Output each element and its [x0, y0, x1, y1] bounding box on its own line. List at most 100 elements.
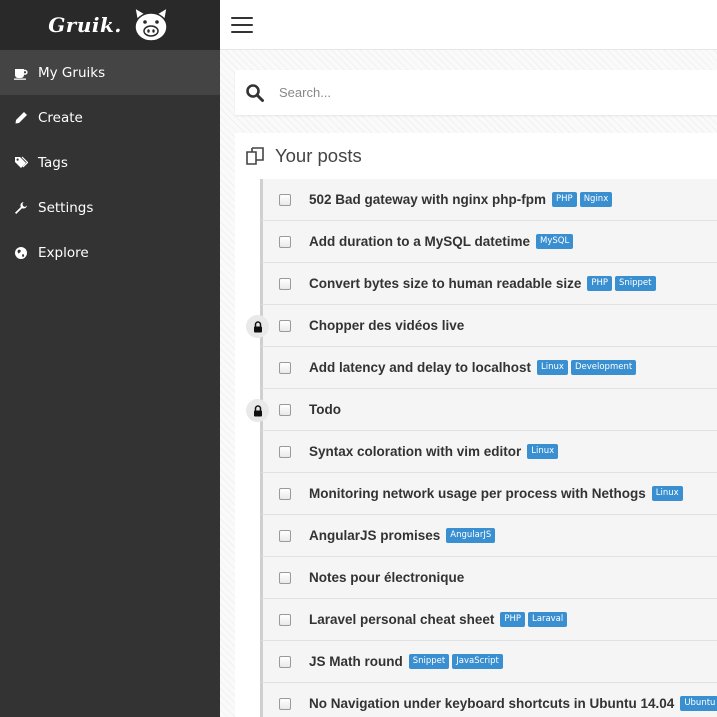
post-title-link[interactable]: Notes pour électronique	[309, 570, 464, 585]
post-title-link[interactable]: JS Math round	[309, 654, 403, 669]
post-item: No Navigation under keyboard shortcuts i…	[260, 683, 717, 717]
post-row: Notes pour électronique	[235, 557, 717, 599]
post-checkbox[interactable]	[279, 697, 291, 710]
search-input[interactable]	[279, 70, 717, 115]
wrench-icon	[14, 201, 28, 215]
tags-icon	[14, 156, 28, 170]
post-checkbox[interactable]	[279, 613, 291, 626]
post-tags: Snippet JavaScript	[408, 654, 503, 669]
tag-badge[interactable]: Nginx	[579, 192, 613, 207]
sidebar-item-label: Settings	[38, 199, 94, 216]
brand-name: Gruik.	[48, 13, 122, 37]
tag-badge[interactable]: Laraval	[528, 612, 568, 627]
sidebar-item-my-gruiks[interactable]: My Gruiks	[0, 50, 220, 95]
post-row: Chopper des vidéos live	[235, 305, 717, 347]
post-tags: Linux	[651, 486, 683, 501]
post-row: AngularJS promises AngularJS	[235, 515, 717, 557]
post-checkbox[interactable]	[279, 361, 291, 374]
post-item: Laravel personal cheat sheet PHP Laraval	[260, 599, 717, 641]
post-row: No Navigation under keyboard shortcuts i…	[235, 683, 717, 717]
post-title-link[interactable]: Laravel personal cheat sheet	[309, 612, 494, 627]
posts-panel: Your posts 502 Bad gateway with nginx ph…	[235, 133, 717, 717]
sidebar: Gruik. My Gruiks Create Tags Settings Ex…	[0, 0, 220, 717]
menu-toggle-icon[interactable]	[231, 17, 253, 33]
post-row: JS Math round Snippet JavaScript	[235, 641, 717, 683]
post-item: Convert bytes size to human readable siz…	[260, 263, 717, 305]
tag-badge[interactable]: PHP	[500, 612, 525, 627]
post-item: Chopper des vidéos live	[260, 305, 717, 347]
post-item: Notes pour électronique	[260, 557, 717, 599]
search-bar	[235, 70, 717, 115]
sidebar-item-label: Tags	[38, 154, 68, 171]
post-title-link[interactable]: AngularJS promises	[309, 528, 440, 543]
post-title-link[interactable]: 502 Bad gateway with nginx php-fpm	[309, 192, 546, 207]
post-checkbox[interactable]	[279, 403, 291, 416]
tag-badge[interactable]: Ubuntu	[680, 696, 717, 711]
sidebar-item-tags[interactable]: Tags	[0, 140, 220, 185]
tag-badge[interactable]: Linux	[651, 486, 683, 501]
post-row: Syntax coloration with vim editor Linux	[235, 431, 717, 473]
post-row: Add duration to a MySQL datetime MySQL	[235, 221, 717, 263]
pig-logo-icon	[133, 6, 168, 42]
sidebar-item-explore[interactable]: Explore	[0, 230, 220, 275]
tag-badge[interactable]: PHP	[587, 276, 612, 291]
tag-badge[interactable]: Snippet	[615, 276, 656, 291]
sidebar-item-label: Create	[38, 109, 83, 126]
post-checkbox[interactable]	[279, 445, 291, 458]
coffee-cup-icon	[14, 66, 28, 80]
post-tags: Ubuntu	[680, 696, 717, 711]
post-checkbox[interactable]	[279, 655, 291, 668]
post-checkbox[interactable]	[279, 319, 291, 332]
post-title-link[interactable]: Add duration to a MySQL datetime	[309, 234, 530, 249]
post-title-link[interactable]: Monitoring network usage per process wit…	[309, 486, 646, 501]
post-row: Add latency and delay to localhost Linux D…	[235, 347, 717, 389]
posts-header: Your posts	[235, 133, 717, 179]
main-content: Your posts 502 Bad gateway with nginx ph…	[220, 50, 717, 717]
post-tags: AngularJS	[446, 528, 496, 543]
page-title: Your posts	[275, 145, 362, 166]
post-title-link[interactable]: Add latency and delay to localhost	[309, 360, 531, 375]
sidebar-nav: My Gruiks Create Tags Settings Explore	[0, 50, 220, 275]
sidebar-item-label: My Gruiks	[38, 64, 106, 81]
post-row: 502 Bad gateway with nginx php-fpm PHP Ngi…	[235, 179, 717, 221]
post-row: Todo	[235, 389, 717, 431]
post-item: Monitoring network usage per process wit…	[260, 473, 717, 515]
tag-badge[interactable]: MySQL	[536, 234, 574, 249]
sidebar-item-settings[interactable]: Settings	[0, 185, 220, 230]
post-title-link[interactable]: Syntax coloration with vim editor	[309, 444, 521, 459]
tag-badge[interactable]: Linux	[527, 444, 559, 459]
copy-documents-icon	[246, 147, 264, 165]
post-tags: Linux Development	[537, 360, 637, 375]
post-item: Syntax coloration with vim editor Linux	[260, 431, 717, 473]
post-checkbox[interactable]	[279, 487, 291, 500]
post-checkbox[interactable]	[279, 529, 291, 542]
post-title-link[interactable]: No Navigation under keyboard shortcuts i…	[309, 696, 674, 711]
tag-badge[interactable]: Linux	[537, 360, 568, 375]
post-checkbox[interactable]	[279, 235, 291, 248]
post-item: Add duration to a MySQL datetime MySQL	[260, 221, 717, 263]
tag-badge[interactable]: JavaScript	[452, 654, 503, 669]
lock-icon	[246, 399, 269, 422]
sidebar-item-label: Explore	[38, 244, 89, 261]
tag-badge[interactable]: PHP	[552, 192, 577, 207]
post-item: JS Math round Snippet JavaScript	[260, 641, 717, 683]
brand-logo[interactable]: Gruik.	[0, 0, 220, 50]
post-list: 502 Bad gateway with nginx php-fpm PHP Ngi…	[235, 179, 717, 717]
post-title-link[interactable]: Chopper des vidéos live	[309, 318, 464, 333]
tag-badge[interactable]: Development	[570, 360, 637, 375]
post-checkbox[interactable]	[279, 277, 291, 290]
post-tags: Linux	[527, 444, 559, 459]
post-title-link[interactable]: Convert bytes size to human readable siz…	[309, 276, 581, 291]
post-tags: PHP Snippet	[587, 276, 656, 291]
post-checkbox[interactable]	[279, 571, 291, 584]
sidebar-item-create[interactable]: Create	[0, 95, 220, 140]
post-title-link[interactable]: Todo	[309, 402, 341, 417]
tag-badge[interactable]: AngularJS	[446, 528, 496, 543]
post-tags: MySQL	[536, 234, 574, 249]
post-row: Laravel personal cheat sheet PHP Laraval	[235, 599, 717, 641]
lock-icon	[246, 315, 269, 338]
post-item: 502 Bad gateway with nginx php-fpm PHP Ngi…	[260, 179, 717, 221]
tag-badge[interactable]: Snippet	[408, 654, 450, 669]
post-checkbox[interactable]	[279, 193, 291, 206]
post-item: AngularJS promises AngularJS	[260, 515, 717, 557]
